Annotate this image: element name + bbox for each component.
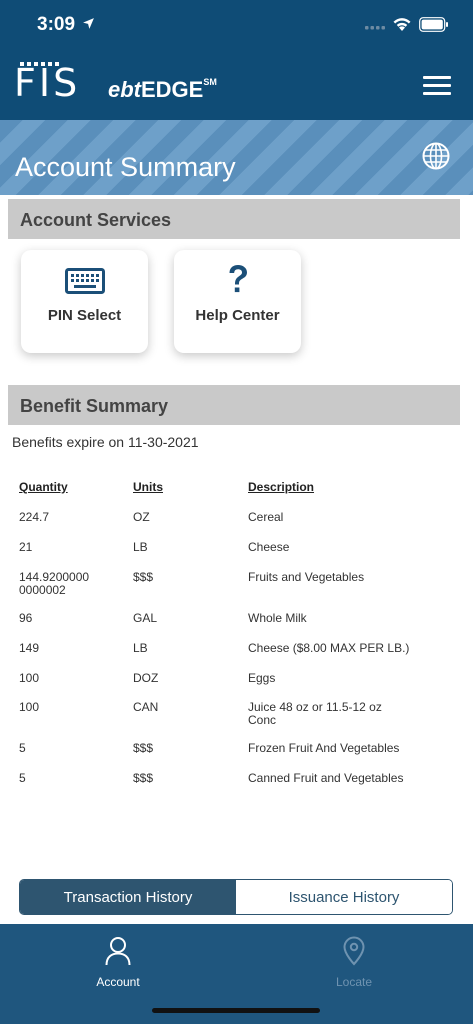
benefits-expire-text: Benefits expire on 11-30-2021 xyxy=(12,434,199,450)
description-cell: Frozen Fruit And Vegetables xyxy=(248,741,400,755)
question-icon-wrap xyxy=(174,264,301,298)
status-bar: 3:09 xyxy=(0,0,473,50)
column-header-quantity: Quantity xyxy=(19,480,68,494)
description-cell: Cheese xyxy=(248,540,290,554)
units-cell: $$$ xyxy=(133,741,154,755)
tab-locate[interactable]: Locate xyxy=(304,936,404,989)
keyboard-icon-wrap xyxy=(21,264,148,298)
title-banner: Account Summary xyxy=(0,120,473,195)
status-time: 3:09 xyxy=(37,14,76,35)
units-cell: GAL xyxy=(133,611,158,625)
units-cell: DOZ xyxy=(133,671,159,685)
keyboard-icon xyxy=(64,268,105,294)
pin-select-button[interactable]: PIN Select xyxy=(21,250,148,353)
history-segmented-control: Transaction History Issuance History xyxy=(19,879,453,915)
description-cell: Whole Milk xyxy=(248,611,307,625)
quantity-cell: 224.7 xyxy=(19,510,50,524)
location-pin-icon xyxy=(343,936,365,966)
battery-icon xyxy=(419,17,448,32)
help-center-label: Help Center xyxy=(195,307,280,324)
quantity-cell: 149 xyxy=(19,641,40,655)
app-header: 3:09 FIS ebtEDGESM xyxy=(0,0,473,120)
fis-ebtedge-logo: FIS ebtEDGESM xyxy=(14,62,234,102)
quantity-cell: 100 xyxy=(19,700,40,714)
description-cell: Canned Fruit and Vegetables xyxy=(248,771,404,785)
units-cell: $$$ xyxy=(133,570,154,584)
units-cell: CAN xyxy=(133,700,159,714)
description-cell: Cereal xyxy=(248,510,284,524)
logo-ebt: ebt xyxy=(108,77,141,102)
hamburger-menu-icon[interactable] xyxy=(423,76,451,96)
page-title: Account Summary xyxy=(15,152,236,182)
account-services-title: Account Services xyxy=(20,210,172,230)
account-services-header: Account Services xyxy=(8,199,460,239)
pin-select-label: PIN Select xyxy=(47,307,122,324)
quantity-cell: 96 xyxy=(19,611,33,625)
home-indicator xyxy=(152,1008,320,1013)
description-cell: Eggs xyxy=(248,671,276,685)
quantity-cell: 5 xyxy=(19,771,26,785)
logo-fis-text: FIS xyxy=(14,61,81,105)
description-cell: Juice 48 oz or 11.5-12 oz Conc xyxy=(248,700,382,727)
help-center-button[interactable]: Help Center xyxy=(174,250,301,353)
benefit-summary-title: Benefit Summary xyxy=(20,396,169,416)
globe-icon[interactable] xyxy=(422,142,450,170)
location-arrow-icon xyxy=(83,18,94,29)
quantity-cell: 144.9200000 0000002 xyxy=(19,570,90,597)
logo-edge: EDGE xyxy=(141,77,204,102)
benefit-summary-header: Benefit Summary xyxy=(8,385,460,425)
wifi-icon xyxy=(393,18,411,31)
quantity-cell: 100 xyxy=(19,671,40,685)
issuance-history-tab[interactable]: Issuance History xyxy=(236,880,452,914)
signal-icon xyxy=(365,26,385,30)
tab-account-label: Account xyxy=(96,975,140,989)
tab-account[interactable]: Account xyxy=(68,936,168,989)
column-header-units: Units xyxy=(133,480,163,494)
logo-sm: SM xyxy=(203,77,217,87)
column-header-description: Description xyxy=(248,480,315,494)
person-icon xyxy=(105,937,131,966)
menu-line xyxy=(423,92,451,95)
quantity-cell: 21 xyxy=(19,540,33,554)
question-icon xyxy=(229,265,247,293)
units-cell: LB xyxy=(133,641,148,655)
units-cell: LB xyxy=(133,540,148,554)
tab-locate-label: Locate xyxy=(335,975,373,989)
logo-ebtedge-text: ebtEDGESM xyxy=(108,77,217,103)
menu-line xyxy=(423,84,451,87)
units-cell: $$$ xyxy=(133,771,154,785)
description-cell: Cheese ($8.00 MAX PER LB.) xyxy=(248,641,410,655)
transaction-history-tab[interactable]: Transaction History xyxy=(20,880,236,914)
units-cell: OZ xyxy=(133,510,150,524)
menu-line xyxy=(423,76,451,79)
quantity-cell: 5 xyxy=(19,741,26,755)
description-cell: Fruits and Vegetables xyxy=(248,570,365,584)
